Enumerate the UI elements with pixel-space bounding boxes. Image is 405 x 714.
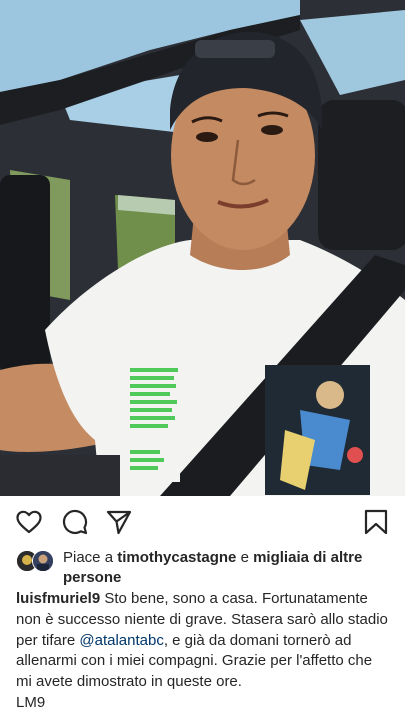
save-button[interactable] — [362, 508, 390, 536]
caption-username[interactable]: luisfmuriel9 — [16, 590, 100, 607]
comment-button[interactable] — [61, 508, 89, 536]
liker-username[interactable]: timothycastagne — [117, 549, 236, 566]
post-caption: luisfmuriel9 Sto bene, sono a casa. Fort… — [16, 589, 391, 714]
heart-outline-icon — [16, 510, 42, 534]
post-photo[interactable] — [0, 0, 405, 496]
post-action-bar — [0, 496, 405, 548]
likes-text: Piace a timothycastagne e migliaia di al… — [63, 548, 396, 588]
likes-connector: e — [236, 549, 254, 566]
share-button[interactable] — [105, 508, 133, 536]
avatar — [32, 550, 54, 572]
paper-plane-icon — [106, 510, 132, 535]
like-button[interactable] — [15, 508, 43, 536]
speech-bubble-icon — [62, 509, 88, 535]
caption-signature: LM9 — [16, 693, 46, 711]
liker-avatars[interactable] — [16, 550, 58, 572]
likes-summary: Piace a timothycastagne e migliaia di al… — [16, 548, 396, 588]
caption-mention[interactable]: @atalantabc — [79, 632, 163, 649]
selfie-photo — [0, 0, 405, 496]
bookmark-icon — [364, 509, 388, 535]
likes-prefix: Piace a — [63, 549, 118, 566]
